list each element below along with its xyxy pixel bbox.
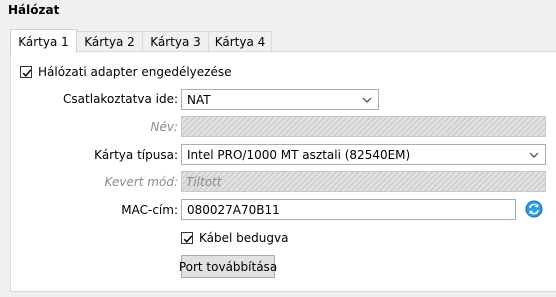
cable-connected-checkbox[interactable] (181, 232, 193, 244)
enable-adapter-checkbox[interactable] (20, 66, 32, 78)
checkmark-icon (22, 69, 32, 77)
tab-card-1[interactable]: Kártya 1 (10, 29, 77, 53)
tab-card-4[interactable]: Kártya 4 (208, 31, 272, 51)
chevron-down-icon (362, 97, 372, 103)
checkmark-icon (183, 235, 193, 243)
adapter-type-value: Intel PRO/1000 MT asztali (82540EM) (187, 147, 411, 162)
mac-address-input[interactable]: 080027A70B11 (181, 199, 516, 220)
attached-to-value: NAT (187, 92, 211, 107)
port-forwarding-button[interactable]: Port továbbítása (179, 255, 277, 278)
name-field (181, 116, 546, 137)
adapter-type-label: Kártya típusa: (94, 148, 178, 162)
enable-adapter-label: Hálózati adapter engedélyezése (38, 65, 232, 79)
mac-address-label: MAC-cím: (121, 203, 178, 217)
promiscuous-mode-select: Tiltott (181, 171, 546, 192)
section-title: Hálózat (8, 3, 60, 17)
name-label: Név: (150, 120, 178, 134)
cable-connected-label: Kábel bedugva (199, 231, 289, 245)
tab-card-2[interactable]: Kártya 2 (76, 31, 143, 51)
promiscuous-mode-label: Kevert mód: (104, 175, 178, 189)
attached-to-select[interactable]: NAT (181, 89, 379, 110)
chevron-down-icon (529, 152, 539, 158)
tab-card-3[interactable]: Kártya 3 (142, 31, 209, 51)
refresh-icon[interactable] (525, 200, 543, 218)
attached-to-label: Csatlakoztatva ide: (63, 92, 178, 106)
adapter-type-select[interactable]: Intel PRO/1000 MT asztali (82540EM) (181, 144, 546, 165)
